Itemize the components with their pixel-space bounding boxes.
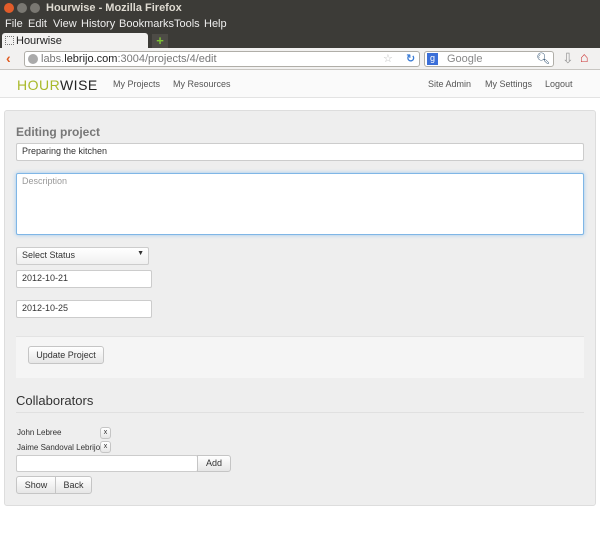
tab-hourwise[interactable]: Hourwise xyxy=(2,33,148,49)
start-date-input[interactable]: 2012-10-21 xyxy=(16,270,152,288)
nav-logout[interactable]: Logout xyxy=(545,79,573,89)
url-path: :3004/projects/4/edit xyxy=(117,53,217,65)
nav-my-projects[interactable]: My Projects xyxy=(113,79,160,89)
add-collaborator-button[interactable]: Add xyxy=(197,455,231,472)
menu-tools[interactable]: Tools xyxy=(174,18,200,30)
menu-help[interactable]: Help xyxy=(204,18,227,30)
end-date-input[interactable]: 2012-10-25 xyxy=(16,300,152,318)
nav-my-settings[interactable]: My Settings xyxy=(485,79,532,89)
menu-bookmarks[interactable]: Bookmarks xyxy=(119,18,174,30)
nav-site-admin[interactable]: Site Admin xyxy=(428,79,471,89)
remove-collaborator-button[interactable]: x xyxy=(100,427,111,439)
project-name-input[interactable]: Preparing the kitchen xyxy=(16,143,584,161)
collaborators-heading: Collaborators xyxy=(16,393,94,408)
page-icon xyxy=(5,36,14,45)
new-tab-button[interactable]: + xyxy=(152,34,168,48)
update-project-button[interactable]: Update Project xyxy=(28,346,104,364)
maximize-window-button[interactable] xyxy=(30,3,40,13)
close-window-button[interactable] xyxy=(4,3,14,13)
globe-icon xyxy=(28,54,38,64)
url-host-prefix: labs. xyxy=(41,53,65,65)
menu-bar: File Edit View History Bookmarks Tools H… xyxy=(0,16,600,32)
search-box[interactable]: g Google 🔍︎ xyxy=(424,51,554,67)
collaborator-name: Jaime Sandoval Lebrijo xyxy=(17,443,101,452)
window-title: Hourwise - Mozilla Firefox xyxy=(46,2,182,14)
menu-file[interactable]: File xyxy=(5,18,23,30)
home-icon[interactable]: ⌂ xyxy=(580,49,588,65)
divider xyxy=(16,412,584,413)
minimize-window-button[interactable] xyxy=(17,3,27,13)
menu-view[interactable]: View xyxy=(53,18,77,30)
description-textarea[interactable]: Description xyxy=(16,173,584,235)
collaborator-name: John Lebree xyxy=(17,428,62,437)
back-arrow-icon[interactable]: ‹ xyxy=(6,50,11,66)
chevron-down-icon: ▼ xyxy=(137,250,144,257)
menu-history[interactable]: History xyxy=(81,18,115,30)
download-icon[interactable]: ⇩ xyxy=(562,50,574,67)
logo[interactable]: HOURWISE xyxy=(17,77,98,93)
url-bar[interactable]: labs.lebrijo.com:3004/projects/4/edit ☆ … xyxy=(24,51,420,67)
app-header: HOURWISE My Projects My Resources Site A… xyxy=(0,70,600,98)
remove-collaborator-button[interactable]: x xyxy=(100,441,111,453)
status-select[interactable]: Select Status ▼ xyxy=(16,247,149,265)
url-host: lebrijo.com xyxy=(64,53,118,65)
tab-label: Hourwise xyxy=(16,35,62,47)
nav-my-resources[interactable]: My Resources xyxy=(173,79,231,89)
menu-edit[interactable]: Edit xyxy=(28,18,47,30)
search-icon[interactable]: 🔍︎ xyxy=(536,52,550,65)
collaborator-input[interactable] xyxy=(16,455,198,472)
page-title: Editing project xyxy=(16,125,100,139)
back-button[interactable]: Back xyxy=(55,476,92,494)
status-select-value: Select Status xyxy=(22,250,76,260)
show-button[interactable]: Show xyxy=(16,476,56,494)
window-titlebar: Hourwise - Mozilla Firefox xyxy=(0,0,600,16)
bookmark-star-icon[interactable]: ☆ xyxy=(383,52,393,65)
search-placeholder: Google xyxy=(447,53,483,65)
google-icon: g xyxy=(427,53,438,65)
reload-icon[interactable]: ↻ xyxy=(406,52,415,65)
